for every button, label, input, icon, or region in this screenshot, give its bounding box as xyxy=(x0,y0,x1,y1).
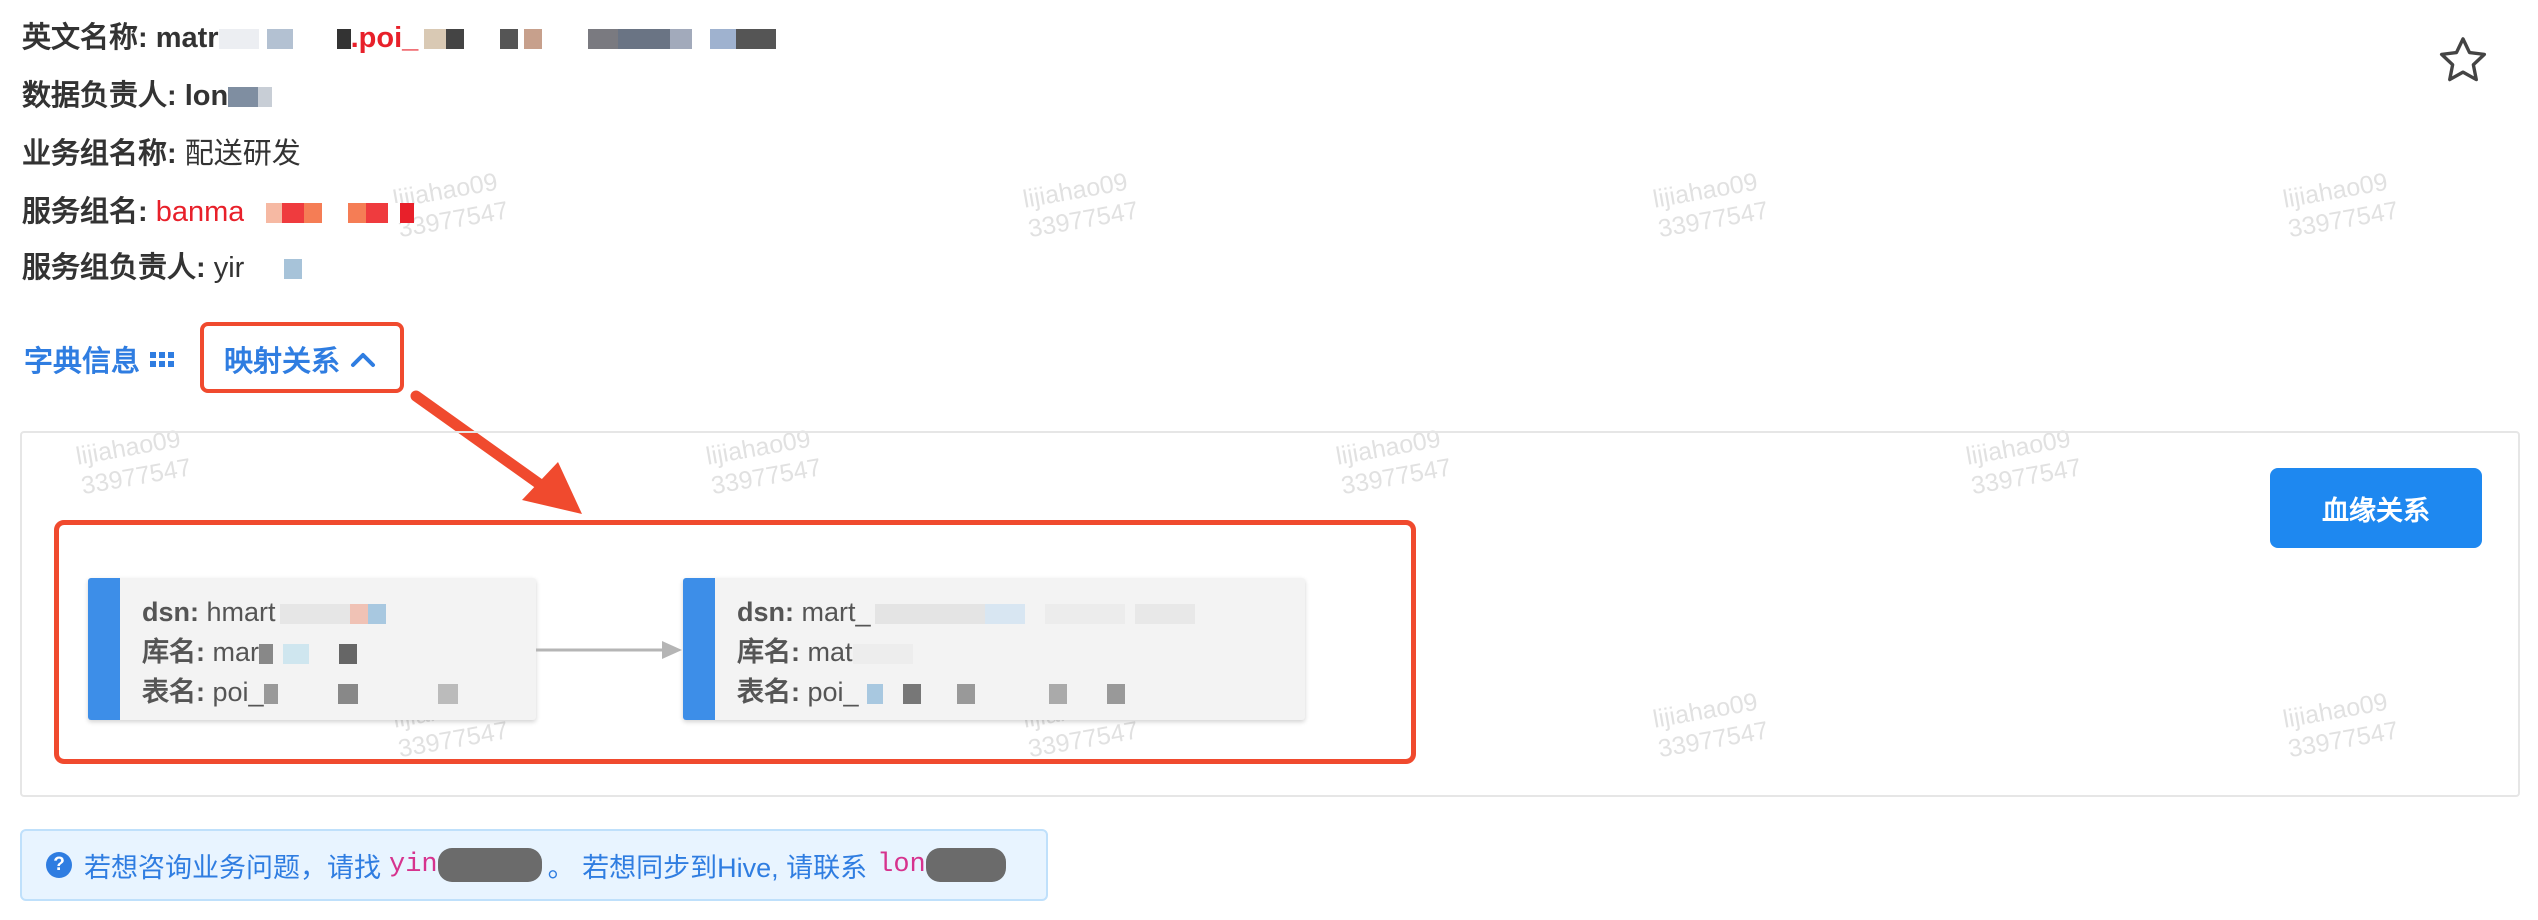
table-label: 表名: xyxy=(142,677,205,707)
dsn-label: dsn: xyxy=(737,597,794,627)
help-text-hive: 。 若想同步到Hive, 请联系 xyxy=(547,852,868,883)
question-icon: ? xyxy=(46,852,72,878)
redacted-mask xyxy=(925,848,1006,882)
hive-contact: lon xyxy=(877,850,926,880)
source-table-value: poi_ xyxy=(212,677,264,707)
redacted-mask xyxy=(437,848,542,882)
help-alert: ? 若想咨询业务问题，请找 yin 。 若想同步到Hive, 请联系 lon xyxy=(20,829,1048,901)
source-db-row: 库名: mar xyxy=(142,632,458,672)
target-table-row: 表名: poi_ xyxy=(737,672,1195,712)
help-text-business: 若想咨询业务问题，请找 xyxy=(84,852,381,883)
target-table-node[interactable]: dsn: mart_ 库名: mat 表名: poi_ xyxy=(683,578,1305,720)
source-table-row: 表名: poi_ xyxy=(142,672,458,712)
target-dsn-value: mart_ xyxy=(801,597,871,627)
db-label: 库名: xyxy=(142,637,205,667)
target-dsn-row: dsn: mart_ xyxy=(737,592,1195,632)
lineage-button[interactable]: 血缘关系 xyxy=(2270,468,2482,548)
source-db-value: mar xyxy=(212,637,260,667)
business-contact: yin xyxy=(389,850,438,880)
table-label: 表名: xyxy=(737,677,800,707)
source-table-node[interactable]: dsn: hmart 库名: mar 表名: poi_ xyxy=(88,578,536,720)
dsn-label: dsn: xyxy=(142,597,199,627)
target-db-row: 库名: mat xyxy=(737,632,1195,672)
db-label: 库名: xyxy=(737,637,800,667)
target-db-value: mat xyxy=(807,637,853,667)
source-dsn-row: dsn: hmart xyxy=(142,592,458,632)
source-dsn-value: hmart xyxy=(206,597,276,627)
target-table-value: poi_ xyxy=(807,677,859,707)
node-accent-bar xyxy=(88,578,120,720)
node-accent-bar xyxy=(683,578,715,720)
mapping-connector-arrow xyxy=(536,641,682,659)
